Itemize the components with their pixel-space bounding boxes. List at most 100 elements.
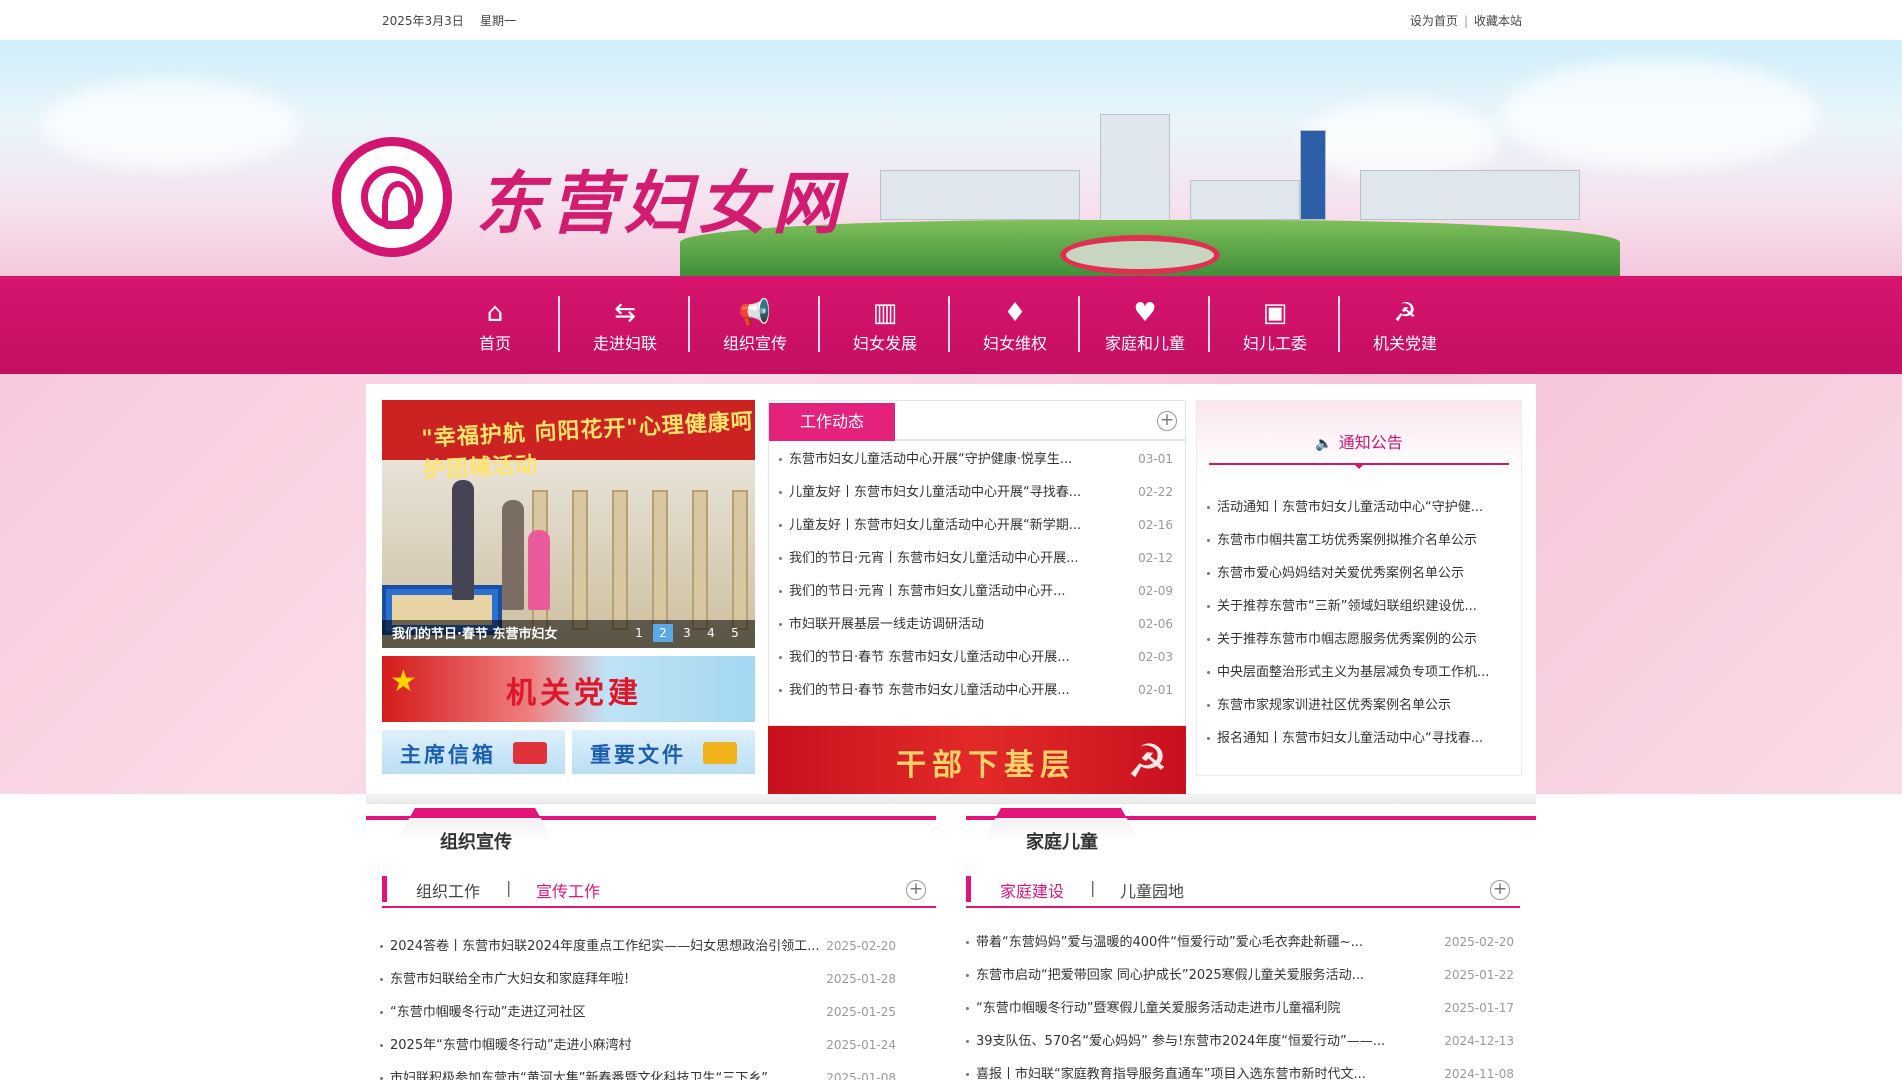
family-news-item-title: 带着“东营妈妈”爱与温暖的400件“恒爱行动”爱心毛衣奔赴新疆~... (976, 935, 1364, 950)
header-banner: 东营妇女网 (0, 40, 1902, 276)
work-news-header: 工作动态 + (769, 401, 1187, 441)
nav-item[interactable]: ♦ 妇女维权 (950, 276, 1080, 374)
work-news-item[interactable]: 我们的节日·春节 东营市妇女儿童活动中心开展... 02-03 (779, 641, 1173, 674)
org-publicity-section-header: 组织宣传 (366, 804, 936, 853)
work-news-more-icon[interactable]: + (1157, 411, 1177, 431)
nav-item[interactable]: ▣ 妇儿工委 (1210, 276, 1340, 374)
notice-item[interactable]: 报名通知丨东营市妇女儿童活动中心“寻找春... (1207, 722, 1513, 755)
org-publicity-title: 组织宣传 (440, 832, 512, 853)
notice-item-title: 中央层面整治形式主义为基层减负专项工作机... (1217, 665, 1490, 680)
tab-children-garden[interactable]: 儿童园地 (1120, 878, 1184, 902)
slider-page-button[interactable]: 4 (701, 624, 721, 642)
notice-item-title: 活动通知丨东营市妇女儿童活动中心“守护健... (1217, 500, 1484, 515)
main-nav: ⌂ 首页 ⇆ 走进妇联 📢 组织宣传 ▥ 妇女发展 ♦ 妇女维权 ♥ 家庭和儿童 ▣ 妇儿工委 ☭ 机关党建 (0, 276, 1902, 374)
work-news-item-date: 02-09 (1138, 584, 1173, 598)
org-news-item[interactable]: 市妇联积极参加东营市“黄河大集”新春番暨文化科技卫生“三下乡”... 2025-0… (380, 1062, 896, 1080)
family-news-item[interactable]: 带着“东营妈妈”爱与温暖的400件“恒爱行动”爱心毛衣奔赴新疆~... 2025-… (966, 926, 1514, 959)
bookmark-link[interactable]: 收藏本站 (1474, 14, 1522, 28)
mailbox-icon (513, 742, 547, 764)
nav-item-label: 妇儿工委 (1242, 334, 1307, 353)
shield-icon: ♦ (1003, 298, 1027, 328)
notice-panel: 🔈 通知公告 活动通知丨东营市妇女儿童活动中心“守护健... 东营市巾帼共富工坊优秀… (1196, 400, 1522, 776)
nav-item[interactable]: ▥ 妇女发展 (820, 276, 950, 374)
slider-page-button[interactable]: 5 (725, 624, 745, 642)
family-news-list: 带着“东营妈妈”爱与温暖的400件“恒爱行动”爱心毛衣奔赴新疆~... 2025-… (966, 926, 1514, 1080)
work-news-item-title: 我们的节日·元宵丨东营市妇女儿童活动中心开... (789, 584, 1066, 599)
notice-item-title: 东营市爱心妈妈结对关爱优秀案例名单公示 (1217, 566, 1465, 581)
important-files-button[interactable]: 重要文件 (572, 730, 755, 774)
org-news-item-date: 2025-01-24 (826, 1038, 896, 1052)
nav-item[interactable]: ♥ 家庭和儿童 (1080, 276, 1210, 374)
family-news-item-title: 喜报丨市妇联“家庭教育指导服务直通车”项目入选东营市新时代文... (976, 1067, 1366, 1080)
work-news-item[interactable]: 我们的节日·元宵丨东营市妇女儿童活动中心开... 02-09 (779, 575, 1173, 608)
work-news-item[interactable]: 市妇联开展基层一线走访调研活动 02-06 (779, 608, 1173, 641)
org-news-list: 2024答卷丨东营市妇联2024年度重点工作纪实——妇女思想政治引领工... 20… (380, 930, 896, 1080)
nav-item-label: 走进妇联 (592, 334, 657, 353)
nav-item[interactable]: ⌂ 首页 (430, 276, 560, 374)
family-news-item[interactable]: 喜报丨市妇联“家庭教育指导服务直通车”项目入选东营市新时代文... 2024-11… (966, 1058, 1514, 1080)
notice-item[interactable]: 关于推荐东营市“三新”领域妇联组织建设优... (1207, 590, 1513, 623)
work-news-item[interactable]: 儿童友好丨东营市妇女儿童活动中心开展“寻找春... 02-22 (779, 476, 1173, 509)
party-building-banner-text: 机关党建 (506, 676, 642, 711)
org-news-item[interactable]: 2025年“东营巾帼暖冬行动”走进小麻湾村 2025-01-24 (380, 1029, 896, 1062)
tab-work-news[interactable]: 工作动态 (769, 403, 895, 441)
slider-page-button[interactable]: 3 (677, 624, 697, 642)
family-news-item-date: 2025-01-22 (1444, 968, 1514, 982)
family-children-title: 家庭儿童 (1026, 832, 1098, 853)
work-news-item-date: 02-12 (1138, 551, 1173, 565)
image-slider[interactable]: "幸福护航 向阳花开"心理健康呵护团辅活动 我们的节日·春节 东营市妇女 123… (382, 400, 755, 648)
nav-item[interactable]: ⇆ 走进妇联 (560, 276, 690, 374)
work-news-item-date: 02-06 (1138, 617, 1173, 631)
org-news-item-date: 2025-02-20 (826, 939, 896, 953)
notice-item[interactable]: 东营市巾帼共富工坊优秀案例拟推介名单公示 (1207, 524, 1513, 557)
set-homepage-link[interactable]: 设为首页 (1410, 14, 1458, 28)
work-news-item-title: 东营市妇女儿童活动中心开展“守护健康·悦享生... (789, 452, 1073, 467)
nav-item[interactable]: ☭ 机关党建 (1340, 276, 1470, 374)
family-news-item[interactable]: 东营市启动“把爱带回家 同心护成长”2025寒假儿童关爱服务活动... 2025-… (966, 959, 1514, 992)
tab-publicity-work[interactable]: 宣传工作 (536, 878, 600, 902)
notice-item[interactable]: 中央层面整治形式主义为基层减负专项工作机... (1207, 656, 1513, 689)
tab-family-building[interactable]: 家庭建设 (1000, 878, 1064, 902)
speaker-icon: 🔈 (1315, 436, 1333, 452)
nav-item[interactable]: 📢 组织宣传 (690, 276, 820, 374)
tab-org-work[interactable]: 组织工作 (416, 878, 480, 902)
family-news-item[interactable]: 39支队伍、570名“爱心妈妈” 参与!东营市2024年度“恒爱行动”——...… (966, 1025, 1514, 1058)
president-mailbox-button[interactable]: 主席信箱 (382, 730, 565, 774)
home-icon: ⌂ (486, 298, 504, 328)
party-building-banner[interactable]: ★ 机关党建 (382, 656, 755, 722)
nav-item-label: 妇女维权 (982, 334, 1047, 353)
notice-item[interactable]: 东营市爱心妈妈结对关爱优秀案例名单公示 (1207, 557, 1513, 590)
work-news-item-date: 02-01 (1138, 683, 1173, 697)
org-news-item[interactable]: “东营巾帼暖冬行动”走进辽河社区 2025-01-25 (380, 996, 896, 1029)
cadres-grassroots-banner[interactable]: ☭ 干部下基层 (768, 726, 1186, 794)
family-news-item-date: 2024-11-08 (1444, 1067, 1514, 1080)
section-separator (366, 794, 1536, 804)
org-news-item[interactable]: 东营市妇联给全市广大妇女和家庭拜年啦! 2025-01-28 (380, 963, 896, 996)
nav-item-label: 机关党建 (1372, 334, 1437, 353)
family-news-item[interactable]: “东营巾帼暖冬行动”暨寒假儿童关爱服务活动走进市儿童福利院 2025-01-17 (966, 992, 1514, 1025)
work-news-item[interactable]: 儿童友好丨东营市妇女儿童活动中心开展“新学期... 02-16 (779, 509, 1173, 542)
notice-item[interactable]: 关于推荐东营市巾帼志愿服务优秀案例的公示 (1207, 623, 1513, 656)
org-more-icon[interactable]: + (906, 880, 926, 900)
work-news-item[interactable]: 我们的节日·春节 东营市妇女儿童活动中心开展... 02-01 (779, 674, 1173, 707)
org-news-item[interactable]: 2024答卷丨东营市妇联2024年度重点工作纪实——妇女思想政治引领工... 20… (380, 930, 896, 963)
cadres-grassroots-text: 干部下基层 (896, 748, 1076, 783)
notice-item[interactable]: 活动通知丨东营市妇女儿童活动中心“守护健... (1207, 491, 1513, 524)
slider-page-button[interactable]: 1 (629, 624, 649, 642)
family-more-icon[interactable]: + (1490, 880, 1510, 900)
work-news-item[interactable]: 东营市妇女儿童活动中心开展“守护健康·悦享生... 03-01 (779, 443, 1173, 476)
party-emblem-icon: ☭ (1126, 734, 1168, 788)
family-children-section-header: 家庭儿童 (966, 804, 1536, 853)
work-news-list: 东营市妇女儿童活动中心开展“守护健康·悦享生... 03-01 儿童友好丨东营市妇女… (779, 443, 1173, 707)
org-news-item-title: 东营市妇联给全市广大妇女和家庭拜年啦! (390, 972, 630, 987)
org-subtabs: 组织工作 | 宣传工作 + (382, 874, 936, 908)
work-news-item-title: 我们的节日·春节 东营市妇女儿童活动中心开展... (789, 683, 1070, 698)
work-news-item-title: 市妇联开展基层一线走访调研活动 (789, 617, 985, 632)
notice-item[interactable]: 东营市家规家训进社区优秀案例名单公示 (1207, 689, 1513, 722)
org-news-item-title: 2024答卷丨东营市妇联2024年度重点工作纪实——妇女思想政治引领工... (390, 939, 820, 954)
family-news-item-date: 2024-12-13 (1444, 1034, 1514, 1048)
slider-page-button[interactable]: 2 (653, 624, 673, 642)
org-news-item-date: 2025-01-28 (826, 972, 896, 986)
chart-icon: ▥ (872, 298, 898, 328)
work-news-item[interactable]: 我们的节日·元宵丨东营市妇女儿童活动中心开展... 02-12 (779, 542, 1173, 575)
